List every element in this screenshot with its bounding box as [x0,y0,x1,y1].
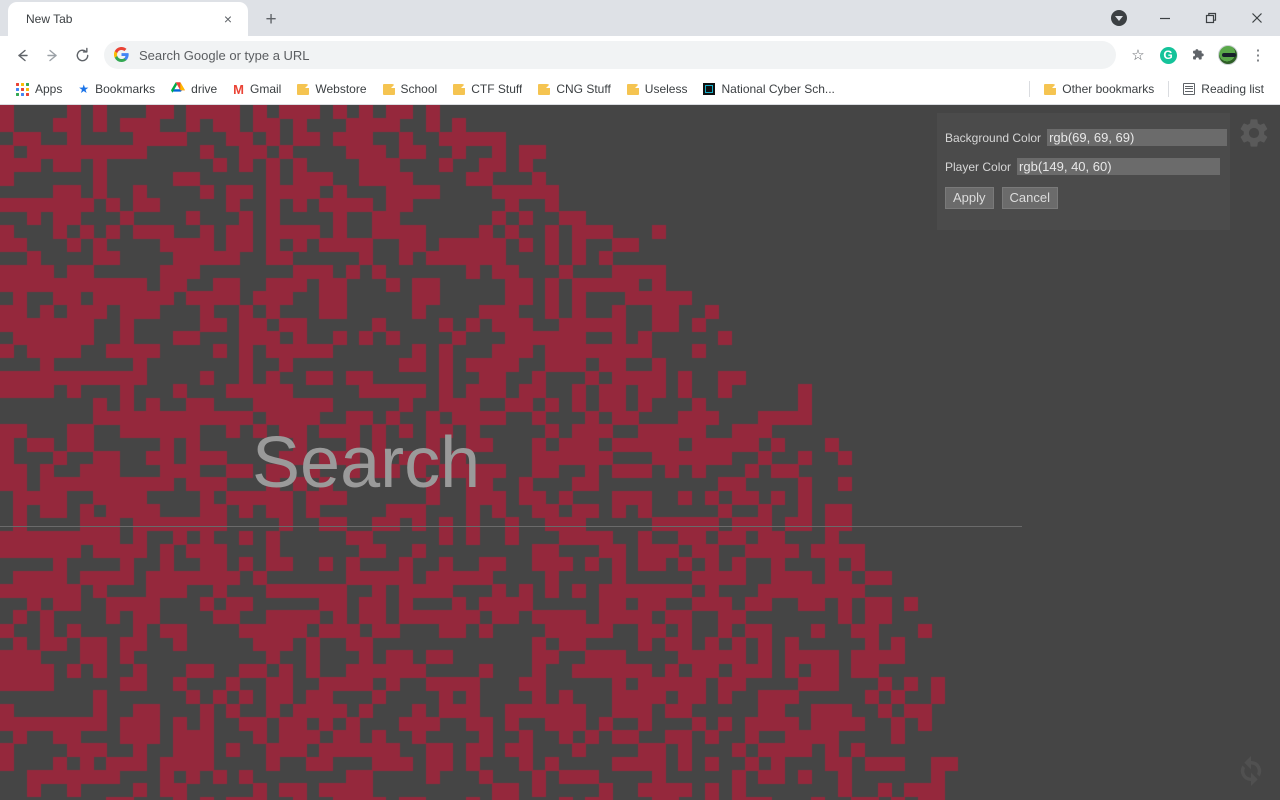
puzzle-icon [1192,48,1204,59]
reading-list-button[interactable]: Reading list [1175,78,1272,100]
refresh-icon [1240,756,1262,786]
search-box[interactable] [0,405,1022,527]
bookmark-item-bookmarks[interactable]: ★ Bookmarks [70,78,163,100]
bookmark-item-ctf-stuff[interactable]: CTF Stuff [445,78,530,100]
bookmark-item-national-cyber[interactable]: National Cyber Sch... [695,78,842,100]
gear-icon [1240,119,1268,147]
folder-icon [453,83,466,95]
bookmark-label: Webstore [315,82,367,96]
cancel-button[interactable]: Cancel [1001,187,1058,209]
ncs-icon [703,83,716,95]
minimize-icon [1160,17,1170,20]
background-color-input[interactable] [1047,129,1228,146]
bookmarks-bar-right: Other bookmarks Reading list [1023,78,1272,100]
bookmark-item-webstore[interactable]: Webstore [289,78,374,100]
close-icon [1252,13,1262,23]
player-color-label: Player Color [945,159,1012,174]
close-icon[interactable]: × [218,9,238,29]
settings-panel: Background Color Player Color Apply Canc… [937,113,1230,230]
google-g-icon [113,46,129,64]
search-input[interactable] [0,405,1022,527]
player-color-input[interactable] [1017,158,1220,175]
bookmark-label: Gmail [250,82,282,96]
browser-window: New Tab × + Search Google or type a URL … [0,0,1280,800]
maximize-button[interactable] [1188,0,1234,36]
avatar [1218,45,1238,65]
bookmark-item-school[interactable]: School [375,78,446,100]
window-controls [1096,0,1280,36]
folder-icon [1044,83,1057,95]
folder-icon [382,83,395,95]
omnibox[interactable]: Search Google or type a URL [104,41,1116,69]
star-icon: ★ [78,82,90,96]
bookmark-label: National Cyber Sch... [721,82,835,96]
gmail-icon: M [233,81,245,97]
minimize-button[interactable] [1142,0,1188,36]
bookmark-item-cng-stuff[interactable]: CNG Stuff [530,78,618,100]
tab-strip: New Tab × + [0,0,1280,36]
browser-toolbar: Search Google or type a URL ☆ G ⋮ [0,36,1280,74]
background-color-label: Background Color [945,130,1042,145]
reload-icon [76,47,88,61]
reading-list-label: Reading list [1201,82,1264,96]
tab-title: New Tab [26,12,73,26]
drive-icon [171,81,186,97]
star-icon: ☆ [1131,47,1145,64]
apps-grid-icon [16,82,29,96]
omnibox-placeholder: Search Google or type a URL [139,47,310,63]
bookmark-item-drive[interactable]: drive [163,77,225,101]
back-arrow-icon [17,49,28,61]
bookmark-label: Bookmarks [95,82,156,96]
grammarly-icon: G [1159,46,1177,64]
forward-button[interactable] [38,41,66,69]
kebab-menu-icon: ⋮ [1250,47,1266,64]
maximize-icon [1205,12,1217,24]
folder-icon [297,83,310,95]
bookmarks-bar: Apps ★ Bookmarks drive M Gmail Webstore [0,74,1280,105]
folder-icon [626,83,639,95]
bookmark-label: CNG Stuff [556,82,611,96]
reload-button[interactable] [68,41,96,69]
grammarly-extension-button[interactable]: G [1154,41,1182,69]
reset-button[interactable] [1228,748,1274,794]
settings-gear-button[interactable] [1234,113,1274,153]
profile-button[interactable] [1214,41,1242,69]
new-tab-button[interactable]: + [257,5,285,33]
tab-new-tab[interactable]: New Tab × [8,2,248,36]
player-color-row: Player Color [945,158,1220,175]
folder-icon [538,83,551,95]
close-window-button[interactable] [1234,0,1280,36]
divider [1168,81,1170,97]
bookmark-label: School [400,82,438,96]
apply-button[interactable]: Apply [945,187,994,209]
extensions-button[interactable] [1184,41,1212,69]
reading-list-icon [1183,83,1196,95]
divider [1029,81,1031,97]
bookmark-item-gmail[interactable]: M Gmail [225,78,289,100]
bookmark-other-bookmarks[interactable]: Other bookmarks [1036,78,1162,100]
bookmark-apps[interactable]: Apps [8,78,70,100]
bookmark-label: drive [191,82,218,96]
forward-arrow-icon [46,49,57,61]
bookmark-label: CTF Stuff [471,82,523,96]
tab-search-button[interactable] [1096,0,1142,36]
bookmark-star-button[interactable]: ☆ [1124,41,1152,69]
chevron-down-icon [1111,10,1127,26]
back-button[interactable] [8,41,36,69]
bookmark-label: Other bookmarks [1062,82,1155,96]
bookmark-label: Apps [35,82,63,96]
chrome-menu-button[interactable]: ⋮ [1244,41,1272,69]
bookmark-item-useless[interactable]: Useless [619,78,696,100]
settings-buttons: Apply Cancel [945,187,1220,209]
page-content: Background Color Player Color Apply Canc… [0,105,1280,800]
bookmark-label: Useless [644,82,688,96]
background-color-row: Background Color [945,129,1228,146]
